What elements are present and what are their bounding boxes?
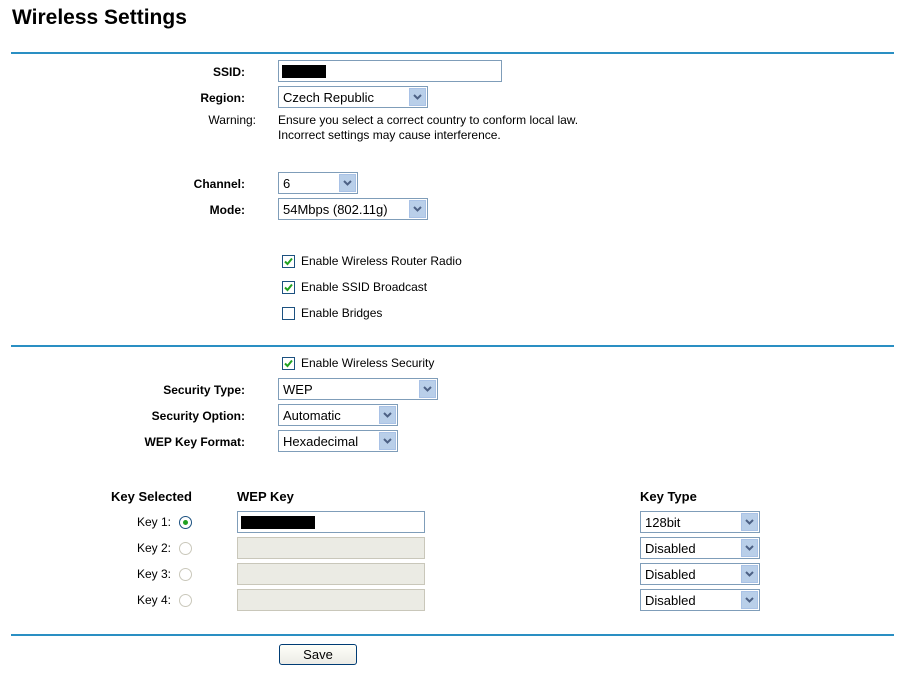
key-select-radio[interactable] (179, 568, 192, 581)
wep-key-format-value: Hexadecimal (283, 433, 359, 449)
region-select-value: Czech Republic (283, 89, 375, 105)
key-type-value: Disabled (645, 566, 696, 582)
save-button[interactable]: Save (279, 644, 357, 665)
key-label: Key 1: (136, 515, 171, 529)
security-option-select[interactable]: Automatic (278, 404, 398, 426)
warning-text-line2: Incorrect settings may cause interferenc… (278, 128, 501, 142)
warning-label: Warning: (208, 113, 256, 127)
key-select-radio[interactable] (179, 542, 192, 555)
wep-key-format-select[interactable]: Hexadecimal (278, 430, 398, 452)
enable-radio-label: Enable Wireless Router Radio (301, 254, 462, 268)
ssid-input[interactable] (278, 60, 502, 82)
chevron-down-icon (741, 539, 758, 557)
check-icon (284, 257, 293, 266)
chevron-down-icon (379, 406, 396, 424)
section-divider (11, 634, 894, 636)
key-type-header: Key Type (640, 489, 697, 504)
enable-security-checkbox[interactable] (282, 357, 295, 370)
chevron-down-icon (409, 200, 426, 218)
chevron-down-icon (419, 380, 436, 398)
chevron-down-icon (339, 174, 356, 192)
warning-text-line1: Ensure you select a correct country to c… (278, 113, 579, 127)
wep-key-format-label: WEP Key Format: (144, 435, 245, 449)
wep-key-input[interactable] (237, 563, 425, 585)
wep-key-input[interactable] (237, 537, 425, 559)
key-select-radio[interactable] (179, 594, 192, 607)
mode-select[interactable]: 54Mbps (802.11g) (278, 198, 428, 220)
wep-key-input[interactable] (237, 589, 425, 611)
key-label: Key 3: (136, 567, 171, 581)
key-type-select[interactable]: Disabled (640, 589, 760, 611)
key-type-value: Disabled (645, 592, 696, 608)
key-select-radio[interactable] (179, 516, 192, 529)
enable-ssid-broadcast-label: Enable SSID Broadcast (301, 280, 428, 294)
chevron-down-icon (741, 513, 758, 531)
ssid-label: SSID: (212, 65, 245, 79)
mode-label: Mode: (209, 203, 245, 217)
channel-select-value: 6 (283, 175, 291, 191)
region-select[interactable]: Czech Republic (278, 86, 428, 108)
enable-security-label: Enable Wireless Security (301, 356, 435, 370)
key-selected-header: Key Selected (111, 489, 192, 504)
chevron-down-icon (409, 88, 426, 106)
check-icon (284, 359, 293, 368)
security-option-value: Automatic (283, 407, 341, 423)
key-label: Key 4: (136, 593, 171, 607)
wep-key-header: WEP Key (237, 489, 294, 504)
key-type-select[interactable]: Disabled (640, 537, 760, 559)
chevron-down-icon (379, 432, 396, 450)
channel-select[interactable]: 6 (278, 172, 358, 194)
page-title: Wireless Settings (12, 6, 187, 29)
enable-bridges-label: Enable Bridges (301, 306, 383, 320)
security-option-label: Security Option: (151, 409, 245, 423)
check-icon (284, 283, 293, 292)
key-type-value: 128bit (645, 514, 681, 530)
security-type-select[interactable]: WEP (278, 378, 438, 400)
wep-key-masked-value (241, 515, 315, 529)
enable-ssid-broadcast-checkbox[interactable] (282, 281, 295, 294)
key-type-value: Disabled (645, 540, 696, 556)
region-label: Region: (200, 91, 245, 105)
wep-key-input[interactable] (237, 511, 425, 533)
enable-radio-checkbox[interactable] (282, 255, 295, 268)
key-label: Key 2: (136, 541, 171, 555)
ssid-masked-value (282, 64, 326, 78)
section-divider (11, 52, 894, 54)
security-type-label: Security Type: (163, 383, 245, 397)
section-divider (11, 345, 894, 347)
channel-label: Channel: (193, 177, 245, 191)
chevron-down-icon (741, 591, 758, 609)
enable-bridges-checkbox[interactable] (282, 307, 295, 320)
chevron-down-icon (741, 565, 758, 583)
key-type-select[interactable]: Disabled (640, 563, 760, 585)
security-type-value: WEP (283, 381, 313, 397)
key-type-select[interactable]: 128bit (640, 511, 760, 533)
mode-select-value: 54Mbps (802.11g) (283, 201, 388, 217)
